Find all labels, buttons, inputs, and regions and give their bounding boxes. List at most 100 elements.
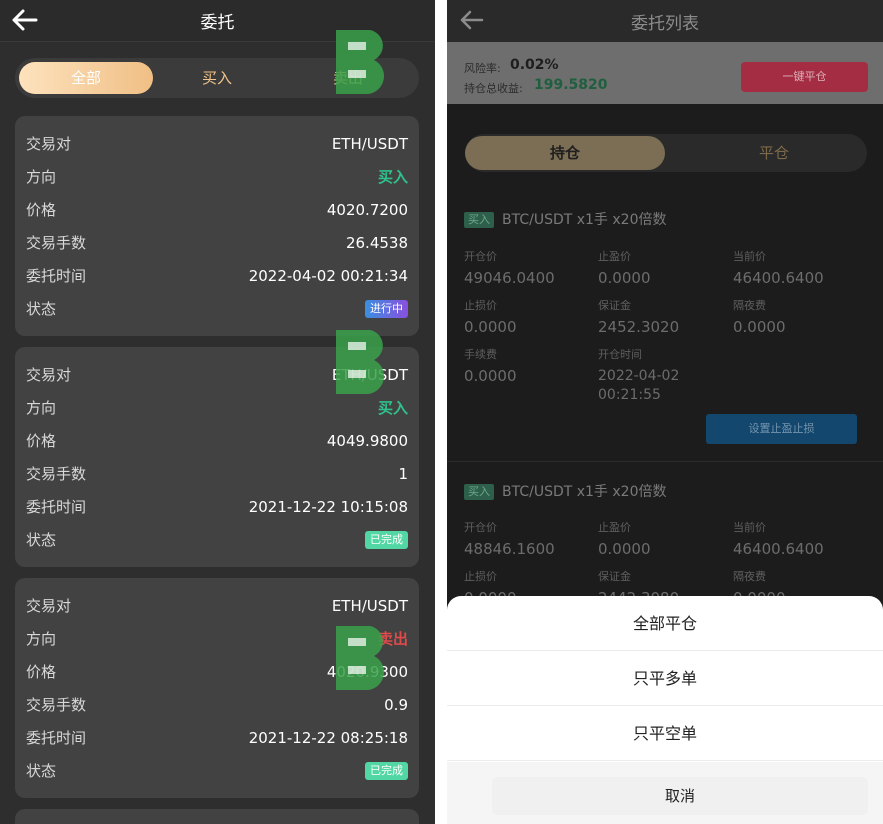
top-bar: 委托 (0, 0, 435, 42)
open-price-value: 48846.1600 (464, 540, 555, 558)
risk-rate-value: 0.02% (510, 57, 559, 73)
position-pair: BTC/USDT x1手 x20倍数 (502, 484, 667, 500)
current-price-value: 46400.6400 (733, 540, 824, 558)
status-label: 状态 (26, 531, 57, 549)
overnight-fee-field: 隔夜费 0.0000 (733, 297, 786, 337)
take-profit-label: 止盈价 (598, 521, 631, 534)
cancel-button[interactable]: 取消 (492, 777, 868, 815)
close-short-option[interactable]: 只平空单 (447, 706, 883, 761)
volume-label: 交易手数 (26, 465, 87, 483)
order-card[interactable]: 交易对 ETH/USDT 方向 买入 价格 4020.7200 交易手数 26.… (15, 116, 419, 336)
current-price-label: 当前价 (733, 521, 766, 534)
order-row-direction: 方向 买入 (26, 396, 408, 420)
direction-value: 卖出 (377, 630, 408, 648)
time-value: 2021-12-22 10:15:08 (248, 498, 408, 516)
time-value: 2021-12-22 08:25:18 (248, 729, 408, 747)
volume-label: 交易手数 (26, 234, 87, 252)
order-card[interactable]: 交易对 ETH/USDT 方向 卖出 价格 4020.9300 交易手数 0.9… (15, 578, 419, 798)
direction-label: 方向 (26, 168, 57, 186)
order-row-price: 价格 4020.9300 (26, 660, 408, 684)
tab-sell[interactable]: 卖出 (281, 62, 415, 94)
pair-value: ETH/USDT (331, 135, 408, 153)
side-badge: 买入 (464, 484, 494, 500)
direction-label: 方向 (26, 399, 57, 417)
close-all-button[interactable]: 一键平仓 (741, 62, 868, 92)
page-title: 委托 (200, 13, 235, 33)
overnight-fee-value: 0.0000 (733, 318, 786, 336)
overnight-fee-label: 隔夜费 (733, 299, 766, 312)
open-time-clock: 00:21:55 (598, 387, 661, 403)
status-label: 状态 (26, 300, 57, 318)
fee-label: 手续费 (464, 348, 497, 361)
volume-value: 1 (398, 465, 408, 483)
current-price-value: 46400.6400 (733, 269, 824, 287)
stop-loss-label: 止损价 (464, 570, 497, 583)
account-summary-bar: 风险率: 0.02% 持仓总收益: 199.5820 一键平仓 (447, 42, 883, 104)
fee-value: 0.0000 (464, 367, 517, 385)
risk-rate-label: 风险率: (464, 62, 501, 75)
order-row-pair: 交易对 ETH/USDT (26, 363, 408, 387)
order-row-time: 委托时间 2021-12-22 08:25:18 (26, 726, 408, 750)
stop-loss-field: 止损价 0.0000 (464, 297, 517, 337)
price-label: 价格 (26, 663, 57, 681)
fee-field: 手续费 0.0000 (464, 346, 517, 386)
close-long-option[interactable]: 只平多单 (447, 651, 883, 706)
open-price-label: 开仓价 (464, 250, 497, 263)
tab-buy[interactable]: 买入 (150, 62, 284, 94)
take-profit-value: 0.0000 (598, 269, 651, 287)
order-card[interactable]: 交易对 ETH/USDT 方向 买入 价格 4049.9800 交易手数 1 委… (15, 347, 419, 567)
side-badge: 买入 (464, 212, 494, 228)
set-tp-sl-button[interactable]: 设置止盈止损 (706, 414, 857, 444)
direction-value: 买入 (377, 168, 408, 186)
take-profit-label: 止盈价 (598, 250, 631, 263)
tab-all[interactable]: 全部 (19, 62, 153, 94)
total-pnl-label: 持仓总收益: (464, 82, 523, 95)
direction-filter-tabs: 全部 买入 卖出 (15, 58, 419, 98)
margin-label: 保证金 (598, 570, 631, 583)
price-label: 价格 (26, 432, 57, 450)
take-profit-value: 0.0000 (598, 540, 651, 558)
price-value: 4020.7200 (326, 201, 408, 219)
position-list-panel: 委托列表 风险率: 0.02% 持仓总收益: 199.5820 一键平仓 持仓 … (447, 0, 883, 824)
price-value: 4020.9300 (326, 663, 408, 681)
current-price-label: 当前价 (733, 250, 766, 263)
volume-label: 交易手数 (26, 696, 87, 714)
tab-closed[interactable]: 平仓 (683, 136, 865, 170)
time-label: 委托时间 (26, 267, 87, 285)
status-badge: 已完成 (365, 762, 408, 780)
order-card[interactable] (15, 809, 419, 824)
position-pair: BTC/USDT x1手 x20倍数 (502, 212, 667, 228)
direction-value: 买入 (377, 399, 408, 417)
open-time-label: 开仓时间 (598, 348, 642, 361)
order-row-direction: 方向 卖出 (26, 627, 408, 651)
open-price-value: 49046.0400 (464, 269, 555, 287)
pair-label: 交易对 (26, 597, 72, 615)
tab-holding[interactable]: 持仓 (465, 136, 665, 170)
take-profit-field: 止盈价 0.0000 (598, 248, 651, 288)
stop-loss-value: 0.0000 (464, 318, 517, 336)
time-value: 2022-04-02 00:21:34 (248, 267, 408, 285)
order-row-pair: 交易对 ETH/USDT (26, 594, 408, 618)
volume-value: 26.4538 (345, 234, 408, 252)
close-position-action-sheet: 全部平仓 只平多单 只平空单 取消 (447, 596, 883, 824)
pair-label: 交易对 (26, 135, 72, 153)
margin-label: 保证金 (598, 299, 631, 312)
current-price-field: 当前价 46400.6400 (733, 248, 824, 288)
order-row-direction: 方向 买入 (26, 165, 408, 189)
pair-value: ETH/USDT (331, 597, 408, 615)
open-time-date: 2022-04-02 (598, 368, 680, 384)
order-row-price: 价格 4020.7200 (26, 198, 408, 222)
pair-value: ETH/USDT (331, 366, 408, 384)
open-price-field: 开仓价 48846.1600 (464, 519, 555, 559)
margin-value: 2452.3020 (598, 318, 680, 336)
close-all-option[interactable]: 全部平仓 (447, 596, 883, 651)
status-badge: 已完成 (365, 531, 408, 549)
price-value: 4049.9800 (326, 432, 408, 450)
order-row-status: 状态 进行中 (26, 297, 408, 321)
status-label: 状态 (26, 762, 57, 780)
time-label: 委托时间 (26, 729, 87, 747)
pair-label: 交易对 (26, 366, 72, 384)
price-label: 价格 (26, 201, 57, 219)
position-divider (447, 461, 883, 462)
order-history-panel: 委托 全部 买入 卖出 交易对 ETH/USDT 方向 买入 价格 4020.7… (0, 0, 435, 824)
